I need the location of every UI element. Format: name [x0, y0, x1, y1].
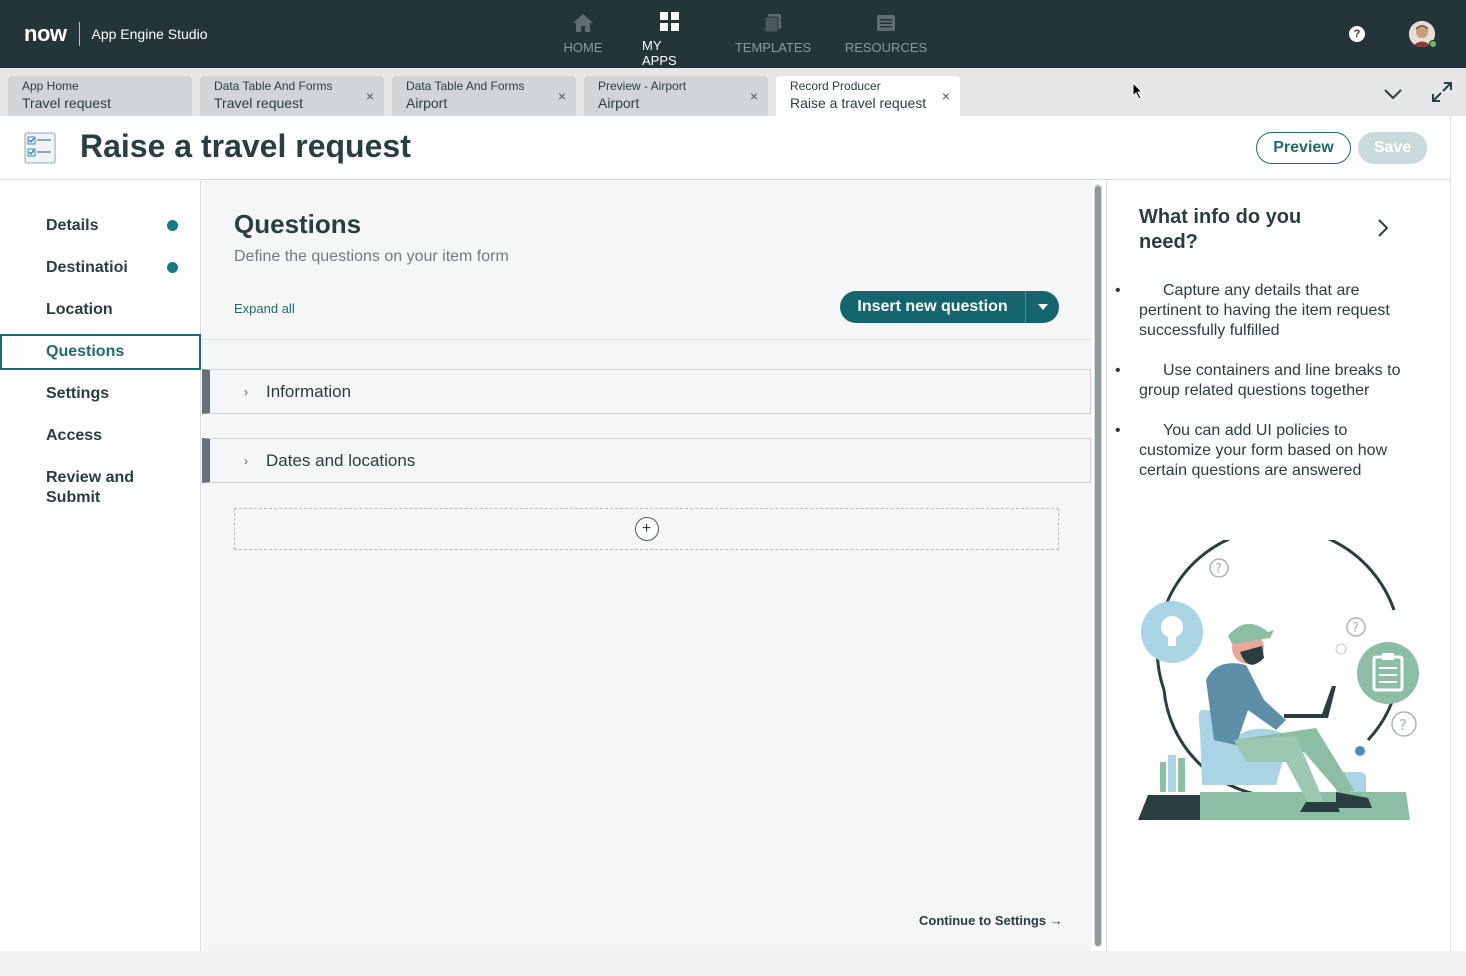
logo[interactable]: now App Engine Studio: [24, 20, 207, 48]
resources-icon: [875, 12, 897, 34]
app-name: App Engine Studio: [91, 26, 208, 42]
preview-button[interactable]: Preview: [1256, 132, 1351, 164]
save-button[interactable]: Save: [1358, 132, 1427, 164]
nav-resources[interactable]: RESOURCES: [844, 0, 928, 68]
complete-status-dot: [167, 220, 178, 231]
close-icon[interactable]: ×: [750, 88, 758, 104]
insert-options-dropdown[interactable]: [1026, 291, 1059, 323]
step-label: Details: [46, 217, 99, 234]
question-container-dates-and-locations[interactable]: › Dates and locations: [202, 438, 1091, 483]
nav-my-apps-label: MY APPS: [642, 38, 677, 68]
svg-text:?: ?: [1215, 562, 1222, 577]
step-review-and-submit[interactable]: Review and Submit: [0, 468, 150, 512]
divider: [202, 339, 1092, 340]
step-label: Questions: [46, 343, 125, 360]
tab-app-home[interactable]: App Home Travel request: [8, 76, 192, 116]
top-navigation-bar: now App Engine Studio HOME MY APPS TEMPL…: [0, 0, 1466, 68]
tab-name: Airport: [598, 95, 640, 111]
chevron-right-icon: ›: [244, 453, 248, 468]
tab-name: Raise a travel request: [790, 95, 927, 111]
nav-templates[interactable]: TEMPLATES: [734, 0, 812, 68]
questions-editor: Questions Define the questions on your i…: [202, 181, 1092, 951]
grid-icon: [659, 12, 681, 32]
nav-resources-label: RESOURCES: [844, 40, 928, 55]
page-header: Raise a travel request Preview Save: [0, 116, 1466, 180]
insert-new-question-button[interactable]: Insert new question: [840, 291, 1026, 323]
tab-preview-airport[interactable]: Preview - Airport Airport ×: [584, 76, 768, 116]
tab-name: Travel request: [22, 95, 111, 111]
svg-text:?: ?: [1352, 621, 1359, 636]
section-title: Questions: [234, 209, 362, 239]
question-container-information[interactable]: › Information: [202, 369, 1091, 414]
complete-status-dot: [167, 262, 178, 273]
online-status-indicator: [1429, 40, 1437, 48]
chevron-right-icon[interactable]: [1375, 217, 1391, 239]
add-icon[interactable]: +: [634, 517, 659, 541]
nav-home-label: HOME: [563, 40, 603, 55]
insert-question-split-button: Insert new question: [840, 291, 1059, 323]
page-title: Raise a travel request: [80, 128, 411, 164]
step-location[interactable]: Location: [0, 292, 201, 328]
nav-templates-label: TEMPLATES: [734, 40, 812, 55]
tab-type: App Home: [22, 79, 79, 93]
help-panel-title: What info do you need?: [1139, 206, 1302, 253]
panel-scrollbar[interactable]: [1450, 116, 1466, 951]
step-settings[interactable]: Settings: [0, 376, 201, 412]
chevron-right-icon: ›: [244, 384, 248, 399]
step-questions[interactable]: Questions: [0, 334, 201, 370]
tab-type: Data Table And Forms: [214, 79, 333, 93]
container-label: Dates and locations: [266, 450, 416, 470]
main-nav: HOME MY APPS TEMPLATES RESOURCES: [560, 0, 928, 68]
help-tip: You can add UI policies to customize you…: [1115, 421, 1407, 481]
section-subtitle: Define the questions on your item form: [234, 248, 509, 265]
tab-name: Travel request: [214, 95, 303, 111]
tab-type: Preview - Airport: [598, 79, 687, 93]
tab-data-table-airport[interactable]: Data Table And Forms Airport ×: [392, 76, 576, 116]
logo-separator: [78, 22, 80, 46]
step-label: Access: [46, 427, 103, 444]
step-access[interactable]: Access: [0, 418, 201, 454]
chevron-down-icon[interactable]: [1382, 82, 1404, 104]
tab-data-table-travel[interactable]: Data Table And Forms Travel request ×: [200, 76, 384, 116]
help-tip: Capture any details that are pertinent t…: [1115, 281, 1407, 341]
svg-text:?: ?: [1399, 716, 1407, 734]
tab-name: Airport: [406, 95, 448, 111]
nav-home[interactable]: HOME: [560, 0, 606, 68]
step-label: Review and Submit: [46, 469, 135, 506]
container-label: Information: [266, 381, 352, 401]
home-icon: [572, 12, 594, 34]
caret-down-icon: [1037, 298, 1049, 316]
servicenow-logo: now: [24, 21, 67, 46]
main-scrollbar-thumb[interactable]: [1095, 186, 1101, 946]
help-tips-list: Capture any details that are pertinent t…: [1115, 281, 1407, 501]
templates-icon: [762, 12, 784, 34]
person-with-laptop-illustration: ? ? ?: [1136, 526, 1426, 825]
step-label: Settings: [46, 385, 110, 402]
tab-type: Data Table And Forms: [406, 79, 525, 93]
close-icon[interactable]: ×: [558, 88, 566, 104]
tab-record-producer[interactable]: Record Producer Raise a travel request ×: [776, 76, 960, 116]
editor-tabs-bar: App Home Travel request Data Table And F…: [0, 68, 1466, 116]
form-icon: [24, 132, 56, 164]
close-icon[interactable]: ×: [942, 88, 950, 104]
expand-all-link[interactable]: Expand all: [234, 301, 295, 316]
close-icon[interactable]: ×: [366, 88, 374, 104]
tab-type: Record Producer: [790, 79, 881, 93]
nav-my-apps[interactable]: MY APPS: [642, 0, 698, 68]
step-label: Location: [46, 301, 113, 318]
mouse-cursor-icon: [1132, 81, 1144, 100]
step-navigation: Details Destinatioi Location Questions S…: [0, 181, 201, 951]
help-icon[interactable]: ?: [1349, 26, 1365, 42]
add-container-zone[interactable]: +: [234, 508, 1059, 550]
continue-to-settings-link[interactable]: Continue to Settings →: [919, 913, 1063, 928]
step-label: Destinatioi: [46, 259, 128, 276]
window-bottom-edge: [0, 951, 1466, 976]
help-tip: Use containers and line breaks to group …: [1115, 361, 1407, 401]
expand-icon[interactable]: [1430, 80, 1454, 104]
